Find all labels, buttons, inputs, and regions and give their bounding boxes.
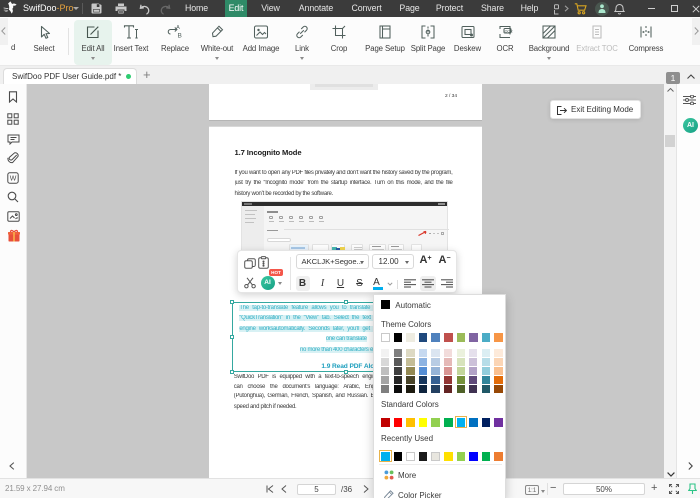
svg-text:OCR: OCR [505,29,513,33]
svg-text:A: A [176,25,180,31]
svg-text:W: W [10,176,17,183]
svg-text:1:1: 1:1 [528,488,537,494]
svg-text:B: B [178,33,182,40]
